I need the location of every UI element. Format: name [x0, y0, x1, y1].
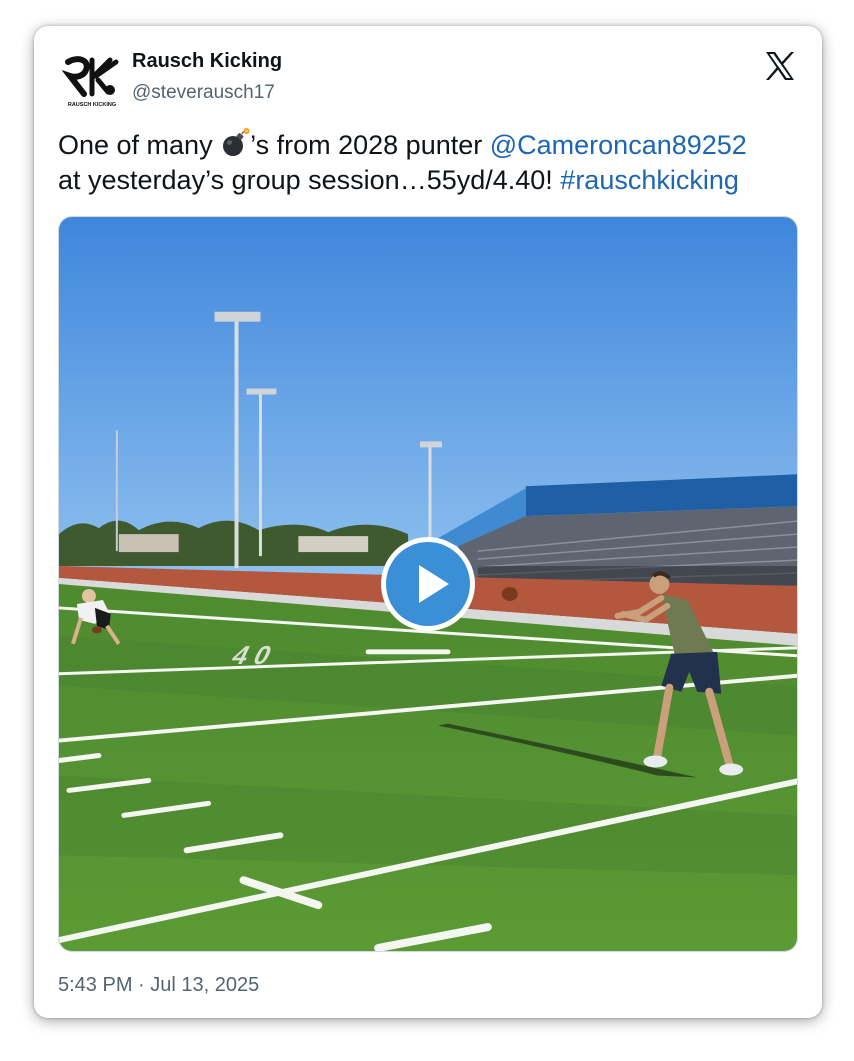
- svg-text:RAUSCH KICKING: RAUSCH KICKING: [68, 102, 116, 108]
- tweet-text-part: One of many: [58, 130, 221, 160]
- author-name[interactable]: Rausch Kicking: [132, 50, 282, 73]
- author-avatar[interactable]: RAUSCH KICKING: [61, 54, 122, 108]
- play-button[interactable]: [381, 537, 475, 631]
- tweet-text: One of many ’s from 2028 punter @Cameron…: [58, 128, 802, 198]
- bomb-emoji-icon: [220, 128, 250, 158]
- mention-link[interactable]: @Cameroncan89252: [490, 130, 747, 160]
- tweet-text-part: ’s from 2028 punter: [250, 130, 490, 160]
- x-logo-icon[interactable]: [762, 48, 798, 84]
- author-handle[interactable]: @steverausch17: [132, 82, 275, 104]
- video-media[interactable]: 4 0: [58, 216, 798, 952]
- tweet-timestamp[interactable]: 5:43 PM · Jul 13, 2025: [58, 974, 259, 997]
- hashtag-link[interactable]: #rauschkicking: [560, 165, 739, 195]
- tweet-text-part: at yesterday’s group session…55yd/4.40!: [58, 165, 561, 195]
- tweet-card: RAUSCH KICKING Rausch Kicking @steveraus…: [34, 26, 822, 1018]
- tweet-header: RAUSCH KICKING Rausch Kicking @steveraus…: [58, 48, 798, 108]
- play-icon: [419, 565, 449, 603]
